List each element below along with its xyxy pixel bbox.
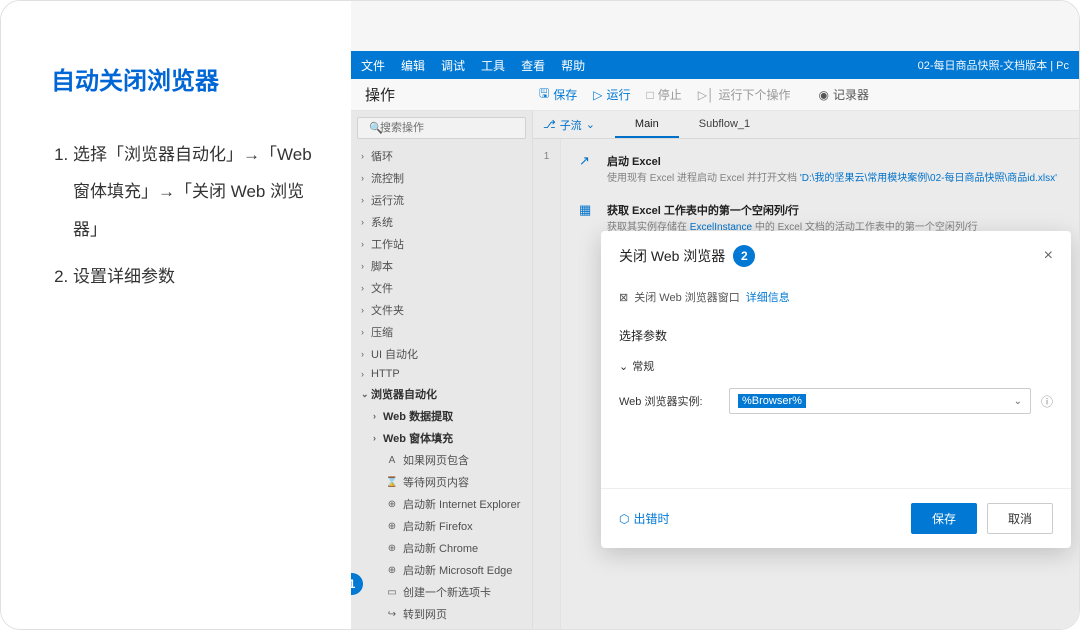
page-title: 自动关闭浏览器 <box>51 61 321 96</box>
step-badge-2: 2 <box>733 245 755 267</box>
toolbar: 操作 🖫保存 ▷运行 □停止 ▷│运行下个操作 ◉记录器 <box>351 79 1079 111</box>
app-screenshot: 文件 编辑 调试 工具 查看 帮助 02-每日商品快照-文档版本 | Pc 操作… <box>351 1 1079 629</box>
save-button[interactable]: 🖫保存 <box>531 84 585 105</box>
info-icon[interactable]: ⓘ <box>1041 393 1053 410</box>
dialog-title: 关闭 Web 浏览器 <box>619 246 725 266</box>
menu-edit[interactable]: 编辑 <box>401 57 425 74</box>
run-button[interactable]: ▷运行 <box>585 86 638 103</box>
details-link[interactable]: 详细信息 <box>746 289 790 305</box>
document-title: 02-每日商品快照-文档版本 | Pc <box>918 57 1069 73</box>
close-window-icon: ⊠ <box>619 291 628 304</box>
step-icon: ▷│ <box>698 88 715 102</box>
section-label: 操作 <box>351 84 531 105</box>
dialog-info-text: 关闭 Web 浏览器窗口 <box>634 289 740 305</box>
play-icon: ▷ <box>593 88 602 102</box>
dropdown-value: %Browser% <box>738 394 806 408</box>
shield-icon: ⬡ <box>619 512 629 526</box>
record-icon: ◉ <box>819 88 829 102</box>
close-browser-dialog: 关闭 Web 浏览器 2 × ⊠ 关闭 Web 浏览器窗口 详细信息 选择参数 … <box>601 231 1071 548</box>
stop-icon: □ <box>647 88 654 102</box>
menubar: 文件 编辑 调试 工具 查看 帮助 02-每日商品快照-文档版本 | Pc <box>351 51 1079 79</box>
close-icon[interactable]: × <box>1044 247 1053 265</box>
instruction-panel: 自动关闭浏览器 选择「浏览器自动化」→「Web 窗体填充」→「关闭 Web 浏览… <box>1 1 351 629</box>
chevron-down-icon: ⌄ <box>1014 396 1022 407</box>
recorder-button[interactable]: ◉记录器 <box>811 86 878 103</box>
save-icon: 🖫 <box>539 84 549 105</box>
run-next-button[interactable]: ▷│运行下个操作 <box>690 86 799 103</box>
menu-debug[interactable]: 调试 <box>441 57 465 74</box>
step-2: 设置详细参数 <box>73 258 321 295</box>
collapse-general[interactable]: ⌄常规 <box>619 358 1053 374</box>
chevron-down-icon: ⌄ <box>619 360 628 373</box>
menu-view[interactable]: 查看 <box>521 57 545 74</box>
instruction-steps: 选择「浏览器自动化」→「Web 窗体填充」→「关闭 Web 浏览器」 设置详细参… <box>51 136 321 296</box>
stop-button[interactable]: □停止 <box>639 86 690 103</box>
on-error-link[interactable]: ⬡出错时 <box>619 510 670 527</box>
menu-file[interactable]: 文件 <box>361 57 385 74</box>
cancel-button[interactable]: 取消 <box>987 503 1053 534</box>
menu-tools[interactable]: 工具 <box>481 57 505 74</box>
browser-instance-label: Web 浏览器实例: <box>619 393 719 409</box>
browser-instance-dropdown[interactable]: %Browser% ⌄ <box>729 388 1031 414</box>
menu-help[interactable]: 帮助 <box>561 57 585 74</box>
save-button[interactable]: 保存 <box>911 503 977 534</box>
dialog-section-title: 选择参数 <box>619 327 1053 344</box>
step-1: 选择「浏览器自动化」→「Web 窗体填充」→「关闭 Web 浏览器」 <box>73 136 321 248</box>
flow-center: ⎇子流 ⌄ Main Subflow_1 1 ↗ 启动 Excel <box>533 111 1079 629</box>
